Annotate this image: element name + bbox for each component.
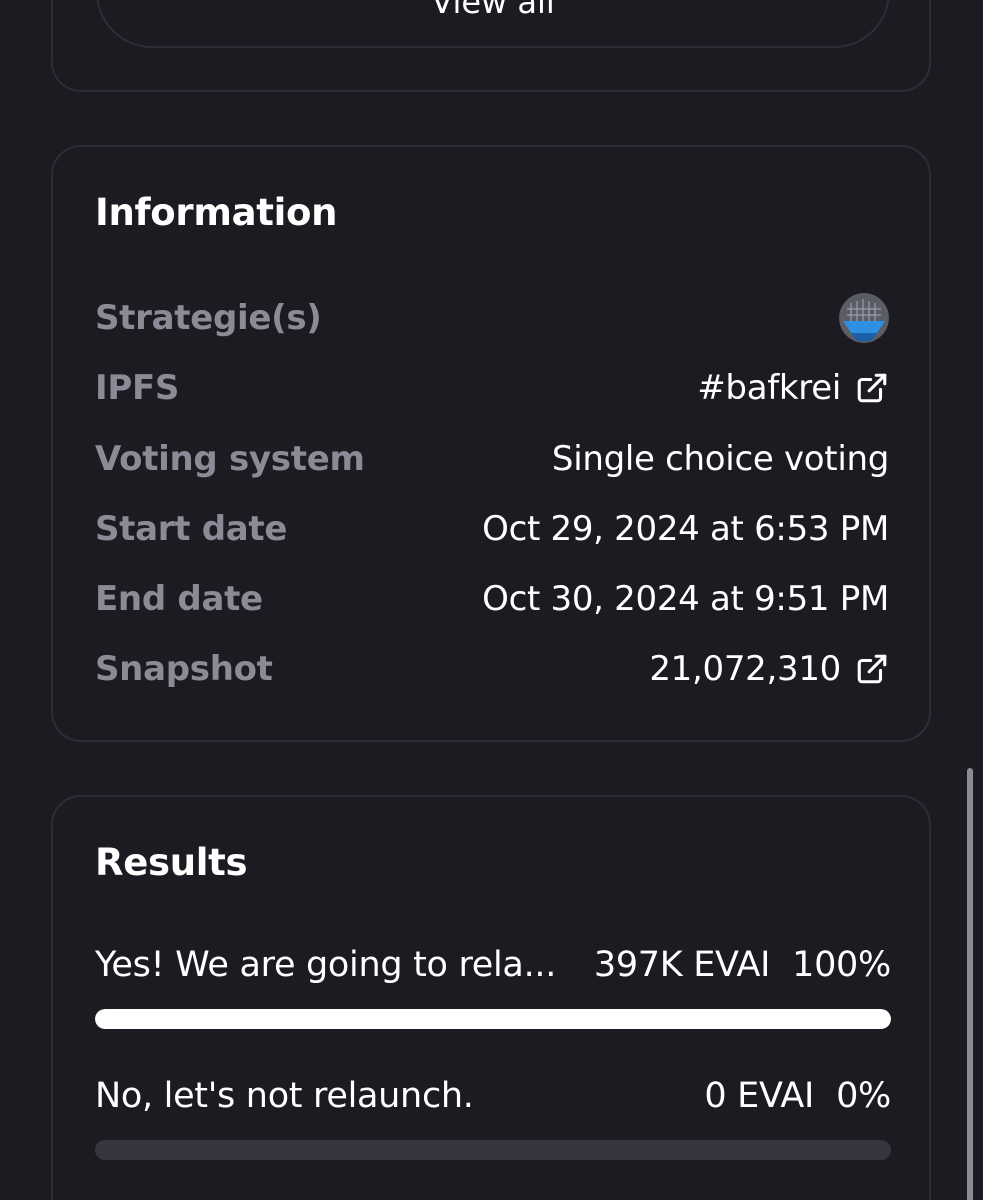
ipfs-hash[interactable]: #bafkrei <box>697 368 841 408</box>
result-percent: 0% <box>836 1076 891 1116</box>
info-label-ipfs: IPFS <box>95 368 180 408</box>
scrollbar[interactable] <box>967 768 973 1200</box>
result-progress-bar <box>95 1140 891 1160</box>
external-link-icon[interactable] <box>855 371 889 405</box>
info-row-start-date: Start date Oct 29, 2024 at 6:53 PM <box>95 507 889 551</box>
snapshot-block[interactable]: 21,072,310 <box>649 649 841 689</box>
info-label-strategies: Strategie(s) <box>95 298 322 338</box>
result-amount: 397K EVAI <box>593 945 771 985</box>
info-row-strategies: Strategie(s) <box>95 293 889 343</box>
result-amount: 0 EVAI <box>704 1076 815 1116</box>
info-label-voting-system: Voting system <box>95 439 365 479</box>
info-value-ipfs[interactable]: #bafkrei <box>697 368 889 408</box>
view-all-button[interactable]: View all <box>96 0 890 48</box>
strategy-avatar-icon[interactable] <box>839 293 889 343</box>
information-title: Information <box>95 191 338 234</box>
result-choice-label: No, let's not relaunch. <box>95 1076 474 1116</box>
info-value-snapshot[interactable]: 21,072,310 <box>649 649 889 689</box>
result-percent: 100% <box>792 945 891 985</box>
votes-card: View all <box>51 0 931 92</box>
info-label-start-date: Start date <box>95 509 288 549</box>
info-row-ipfs: IPFS #bafkrei <box>95 366 889 410</box>
results-title: Results <box>95 841 248 884</box>
proposal-page: View all Information Strategie(s) IPFS #… <box>0 0 983 1200</box>
info-row-snapshot: Snapshot 21,072,310 <box>95 647 889 691</box>
result-progress-fill <box>95 1009 891 1029</box>
result-progress-bar <box>95 1009 891 1029</box>
info-value-end-date: Oct 30, 2024 at 9:51 PM <box>482 579 889 619</box>
info-row-voting-system: Voting system Single choice voting <box>95 437 889 481</box>
info-value-start-date: Oct 29, 2024 at 6:53 PM <box>482 509 889 549</box>
info-value-voting-system: Single choice voting <box>551 439 889 479</box>
info-label-end-date: End date <box>95 579 263 619</box>
result-row-yes: Yes! We are going to rela... 397K EVAI 1… <box>95 945 891 985</box>
results-card: Results Yes! We are going to rela... 397… <box>51 795 931 1200</box>
information-card: Information Strategie(s) IPFS #bafkrei V… <box>51 145 931 742</box>
info-row-end-date: End date Oct 30, 2024 at 9:51 PM <box>95 577 889 621</box>
result-choice-label: Yes! We are going to rela... <box>95 945 557 985</box>
external-link-icon[interactable] <box>855 652 889 686</box>
info-label-snapshot: Snapshot <box>95 649 273 689</box>
result-row-no: No, let's not relaunch. 0 EVAI 0% <box>95 1076 891 1116</box>
info-value-strategies[interactable] <box>839 293 889 343</box>
